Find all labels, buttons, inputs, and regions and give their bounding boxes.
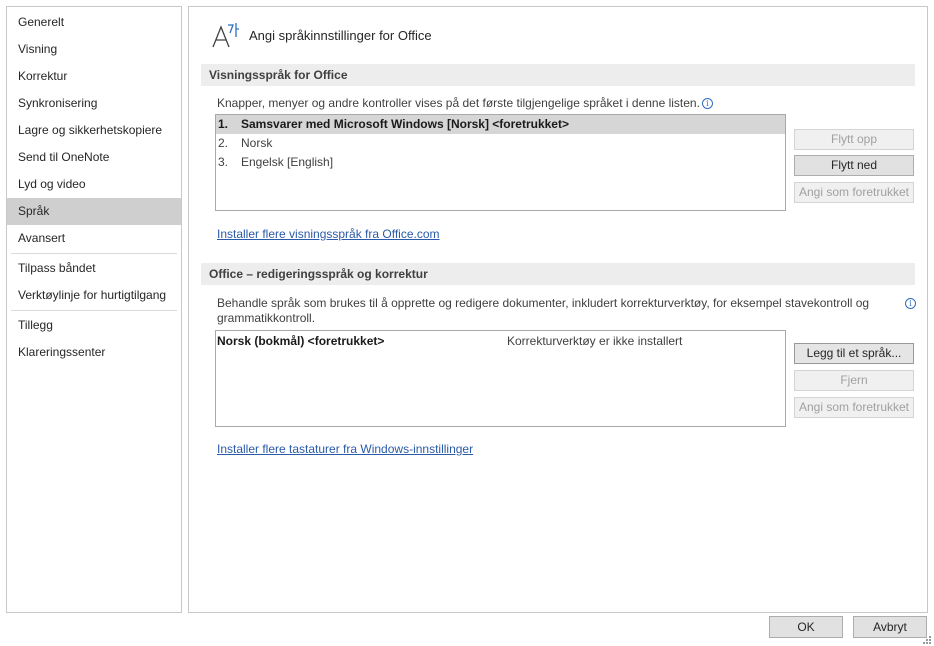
display-description-text: Knapper, menyer og andre kontroller vise… — [217, 96, 700, 110]
install-keyboards-link[interactable]: Installer flere tastaturer fra Windows-i… — [217, 442, 473, 456]
proofing-status: Korrekturverktøy er ikke installert — [507, 334, 683, 348]
resize-grip-icon[interactable] — [922, 634, 932, 644]
display-language-list[interactable]: 1. Samsvarer med Microsoft Windows [Nors… — [215, 114, 786, 211]
remove-language-button[interactable]: Fjern — [794, 370, 914, 391]
sidebar-item-tilpass-bandet[interactable]: Tilpass båndet — [7, 255, 181, 282]
add-language-button[interactable]: Legg til et språk... — [794, 343, 914, 364]
editing-language-label: Norsk (bokmål) <foretrukket> — [217, 334, 385, 348]
options-sidebar: Generelt Visning Korrektur Synkroniserin… — [6, 6, 182, 613]
display-language-header: Visningsspråk for Office — [201, 64, 915, 86]
sidebar-item-tillegg[interactable]: Tillegg — [7, 312, 181, 339]
editing-language-list[interactable]: Norsk (bokmål) <foretrukket> Korrekturve… — [215, 330, 786, 427]
info-icon[interactable]: i — [701, 98, 713, 109]
list-item-number: 2. — [218, 136, 229, 150]
editing-description-line1: Behandle språk som brukes til å opprette… — [217, 296, 870, 310]
editing-description-line2: grammatikkontroll. — [217, 311, 316, 325]
list-item-number: 1. — [218, 117, 229, 131]
move-down-button[interactable]: Flytt ned — [794, 155, 914, 176]
sidebar-item-avansert[interactable]: Avansert — [7, 225, 181, 252]
sidebar-divider — [11, 253, 177, 254]
sidebar-item-verktoylinje[interactable]: Verktøylinje for hurtigtilgang — [7, 282, 181, 309]
sidebar-item-visning[interactable]: Visning — [7, 36, 181, 63]
display-language-item[interactable]: 2. Norsk — [216, 134, 785, 153]
info-icon[interactable]: i — [905, 298, 916, 309]
ok-button[interactable]: OK — [769, 616, 843, 638]
install-display-languages-link[interactable]: Installer flere visningsspråk fra Office… — [217, 227, 440, 241]
set-preferred-display-button[interactable]: Angi som foretrukket — [794, 182, 914, 203]
sidebar-item-sprak[interactable]: Språk — [7, 198, 181, 225]
set-preferred-editing-button[interactable]: Angi som foretrukket — [794, 397, 914, 418]
sidebar-item-korrektur[interactable]: Korrektur — [7, 63, 181, 90]
page-header: Angi språkinnstillinger for Office — [211, 17, 432, 53]
display-language-item[interactable]: 1. Samsvarer med Microsoft Windows [Nors… — [216, 115, 785, 134]
editing-language-description: Behandle språk som brukes til å opprette… — [217, 296, 897, 326]
list-item-label: Engelsk [English] — [241, 155, 334, 169]
display-language-description: Knapper, menyer og andre kontroller vise… — [217, 96, 713, 111]
list-item-label: Samsvarer med Microsoft Windows [Norsk] … — [241, 117, 569, 131]
display-language-item[interactable]: 3. Engelsk [English] — [216, 153, 785, 172]
sidebar-item-klareringssenter[interactable]: Klareringssenter — [7, 339, 181, 366]
sidebar-divider — [11, 310, 177, 311]
language-settings-panel: Angi språkinnstillinger for Office Visni… — [188, 6, 928, 613]
list-item-number: 3. — [218, 155, 229, 169]
page-title: Angi språkinnstillinger for Office — [249, 27, 432, 43]
list-item-label: Norsk — [241, 136, 273, 150]
sidebar-item-synkronisering[interactable]: Synkronisering — [7, 90, 181, 117]
sidebar-item-send-til-onenote[interactable]: Send til OneNote — [7, 144, 181, 171]
cancel-button[interactable]: Avbryt — [853, 616, 927, 638]
editing-language-item[interactable]: Norsk (bokmål) <foretrukket> Korrekturve… — [217, 333, 682, 349]
move-up-button[interactable]: Flytt opp — [794, 129, 914, 150]
editing-language-header: Office – redigeringsspråk og korrektur — [201, 263, 915, 285]
sidebar-item-lyd-og-video[interactable]: Lyd og video — [7, 171, 181, 198]
language-settings-icon — [211, 19, 245, 51]
sidebar-item-lagre[interactable]: Lagre og sikkerhetskopiere — [7, 117, 181, 144]
sidebar-item-generelt[interactable]: Generelt — [7, 9, 181, 36]
